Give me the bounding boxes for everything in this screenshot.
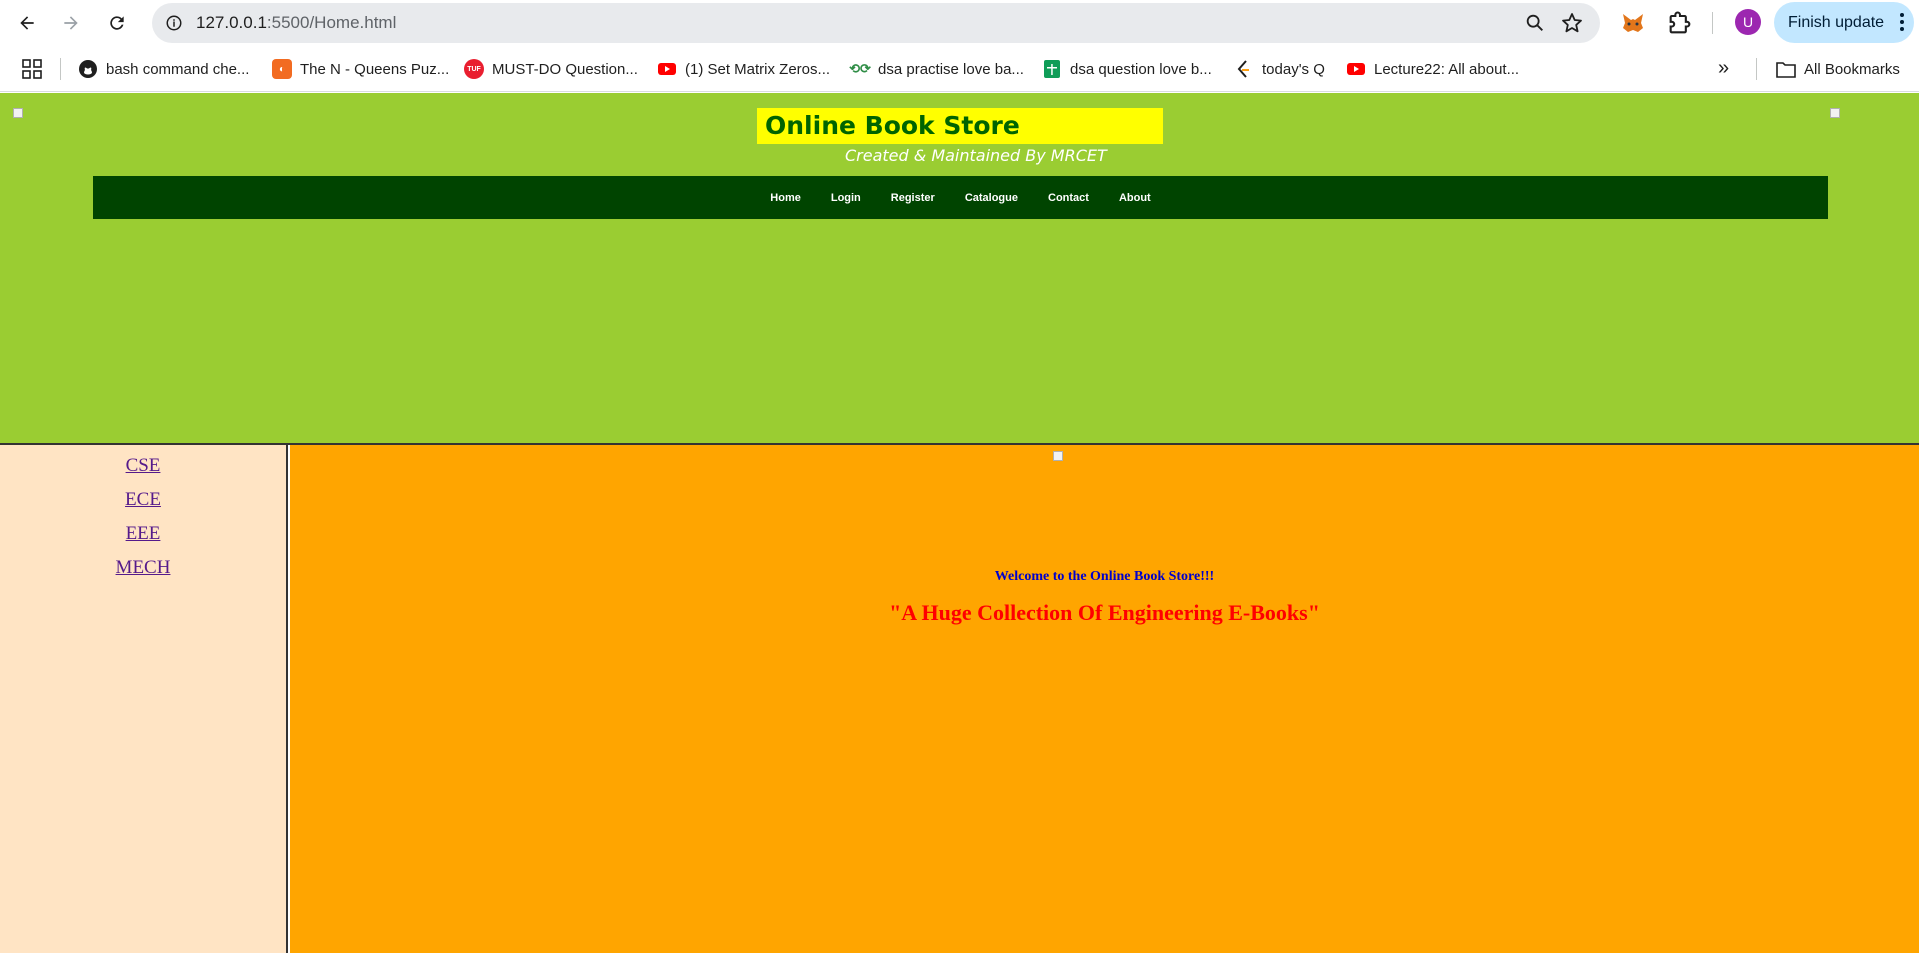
tuf-icon: TUF (464, 59, 484, 79)
geeksforgeeks-icon: ⟲⟳ (849, 61, 871, 76)
site-title: Online Book Store (757, 108, 1163, 144)
toolbar-divider (1712, 12, 1713, 34)
sidebar-link-mech[interactable]: MECH (0, 557, 286, 579)
leetcode-icon (1237, 60, 1249, 78)
url-host: 127.0.0.1 (196, 13, 267, 32)
finish-update-button[interactable]: Finish update (1774, 2, 1914, 43)
apps-grid-icon[interactable] (22, 59, 42, 79)
web-page: Online Book Store Created & Maintained B… (0, 93, 1919, 953)
bookmark-7[interactable]: Lecture22: All about... (1346, 57, 1519, 81)
forward-button[interactable] (56, 8, 86, 38)
folder-icon (1776, 62, 1796, 78)
sidebar-link-eee[interactable]: EEE (0, 523, 286, 545)
metamask-icon[interactable] (1619, 9, 1647, 37)
bookmark-5[interactable]: dsa question love b... (1042, 57, 1212, 81)
all-bookmarks-button[interactable]: All Bookmarks (1776, 57, 1900, 81)
zoom-icon[interactable] (1524, 12, 1546, 34)
extensions-icon[interactable] (1666, 9, 1694, 37)
bookmark-6[interactable]: today's Q (1234, 57, 1325, 81)
branch-sidebar: CSE ECE EEE MECH (0, 445, 288, 953)
broken-image-icon (13, 108, 23, 118)
all-bookmarks-label: All Bookmarks (1804, 60, 1900, 78)
bookmarks-divider (1756, 58, 1757, 80)
bookmark-label: Lecture22: All about... (1374, 60, 1520, 78)
codingninjas-icon: ◐ (272, 59, 292, 79)
youtube-icon (658, 63, 676, 75)
more-bookmarks-icon[interactable]: » (1718, 57, 1729, 80)
github-icon (79, 60, 97, 78)
youtube-icon (1347, 63, 1365, 75)
sidebar-link-cse[interactable]: CSE (0, 455, 286, 477)
bookmark-label: bash command che... (106, 60, 250, 78)
nav-register[interactable]: Register (876, 192, 950, 204)
nav-catalogue[interactable]: Catalogue (950, 192, 1033, 204)
nav-home[interactable]: Home (755, 192, 816, 204)
back-button[interactable] (12, 8, 42, 38)
site-info-icon[interactable] (162, 11, 186, 35)
bookmark-4[interactable]: ⟲⟳ dsa practise love ba... (849, 57, 1024, 81)
bookmark-3[interactable]: (1) Set Matrix Zeros... (657, 57, 830, 81)
profile-avatar[interactable]: U (1735, 9, 1761, 35)
finish-update-label: Finish update (1788, 13, 1885, 31)
sheets-icon (1044, 60, 1060, 78)
bookmark-label: MUST-DO Question... (492, 60, 638, 78)
bookmark-2[interactable]: TUF MUST-DO Question... (464, 57, 638, 81)
bookmark-1[interactable]: ◐ The N - Queens Puz... (272, 57, 449, 81)
reload-button[interactable] (102, 8, 132, 38)
arrow-left-icon (20, 16, 34, 30)
bookmark-label: today's Q (1262, 60, 1325, 78)
browser-toolbar: 127.0.0.1:5500/Home.html U Finish update (0, 0, 1919, 46)
sidebar-link-ece[interactable]: ECE (0, 489, 286, 511)
bookmark-label: dsa question love b... (1070, 60, 1212, 78)
bookmarks-bar: bash command che... ◐ The N - Queens Puz… (0, 46, 1919, 92)
broken-image-icon (1053, 451, 1063, 461)
nav-about[interactable]: About (1104, 192, 1166, 204)
tagline-text: "A Huge Collection Of Engineering E-Book… (889, 600, 1320, 625)
url-text[interactable]: 127.0.0.1:5500/Home.html (196, 13, 396, 33)
nav-login[interactable]: Login (816, 192, 876, 204)
welcome-text: Welcome to the Online Book Store!!! (994, 569, 1215, 584)
broken-image-icon (1830, 108, 1840, 118)
bookmarks-divider (60, 58, 61, 80)
bookmark-label: The N - Queens Puz... (300, 60, 450, 78)
reload-icon (110, 16, 124, 30)
bookmark-0[interactable]: bash command che... (78, 57, 249, 81)
main-nav: Home Login Register Catalogue Contact Ab… (93, 176, 1828, 219)
url-path: :5500/Home.html (266, 13, 397, 32)
star-icon[interactable] (1560, 11, 1584, 35)
main-content: Welcome to the Online Book Store!!! "A H… (290, 445, 1919, 953)
site-subtitle: Created & Maintained By MRCET (845, 146, 1107, 165)
arrow-right-icon (64, 16, 78, 30)
bookmark-label: (1) Set Matrix Zeros... (685, 60, 831, 78)
address-bar[interactable]: 127.0.0.1:5500/Home.html (152, 3, 1600, 43)
more-vertical-icon (1900, 13, 1904, 31)
bookmark-label: dsa practise love ba... (878, 60, 1024, 78)
site-header: Online Book Store Created & Maintained B… (0, 93, 1919, 443)
nav-contact[interactable]: Contact (1033, 192, 1104, 204)
